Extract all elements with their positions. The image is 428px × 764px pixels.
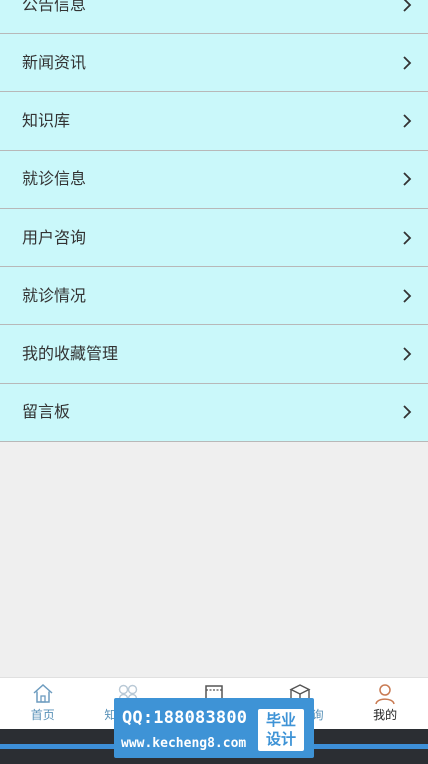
chevron-right-icon [403,405,412,420]
tab-label: 我的 [373,708,398,722]
home-icon [33,683,53,703]
menu-item-label: 就诊信息 [22,169,87,189]
chevron-right-icon [403,347,412,361]
menu-item-label: 就诊情况 [22,285,87,305]
menu-item-label: 我的收藏管理 [22,344,119,364]
chevron-right-icon [403,230,412,245]
watermark-site: www.kecheng8.com [121,736,247,751]
tab-me[interactable]: 我的 [342,678,428,730]
menu-item-label: 用户咨询 [22,227,87,247]
watermark-badge: 毕业 设计 [258,709,304,751]
menu-item-favorites[interactable]: 我的收藏管理 [0,325,428,384]
menu-item-label: 留言板 [22,402,71,422]
watermark-qq: QQ:188083800 [122,708,248,728]
tab-label: 首页 [30,708,55,722]
user-icon [375,684,395,705]
chevron-right-icon [403,289,412,303]
chevron-right-icon [403,0,412,12]
menu-item-visit-info[interactable]: 就诊信息 [0,150,428,209]
watermark-badge-line2: 设计 [265,730,296,748]
menu-item-visit-status[interactable]: 就诊情况 [0,267,428,326]
menu-item-label: 公告信息 [22,0,87,14]
menu-item-label: 新闻资讯 [22,52,87,72]
menu-item-knowledge-base[interactable]: 知识库 [0,92,428,151]
menu-item-news[interactable]: 新闻资讯 [0,34,428,93]
watermark-banner: QQ:188083800 www.kecheng8.com 毕业 设计 [114,698,314,758]
menu-list: 公告信息 新闻资讯 知识库 就诊信息 用户咨询 就诊情况 我的收藏管理 留言板 [0,0,428,443]
watermark-badge-line1: 毕业 [265,711,296,729]
menu-item-message-board[interactable]: 留言板 [0,383,428,443]
menu-item-announcements[interactable]: 公告信息 [0,0,428,34]
page: 公告信息 新闻资讯 知识库 就诊信息 用户咨询 就诊情况 我的收藏管理 留言板 [0,0,428,764]
menu-item-label: 知识库 [22,110,71,130]
chevron-right-icon [403,114,412,128]
chevron-right-icon [403,172,412,186]
tab-home[interactable]: 首页 [0,678,86,730]
chevron-right-icon [403,56,412,70]
menu-item-user-consult[interactable]: 用户咨询 [0,208,428,268]
